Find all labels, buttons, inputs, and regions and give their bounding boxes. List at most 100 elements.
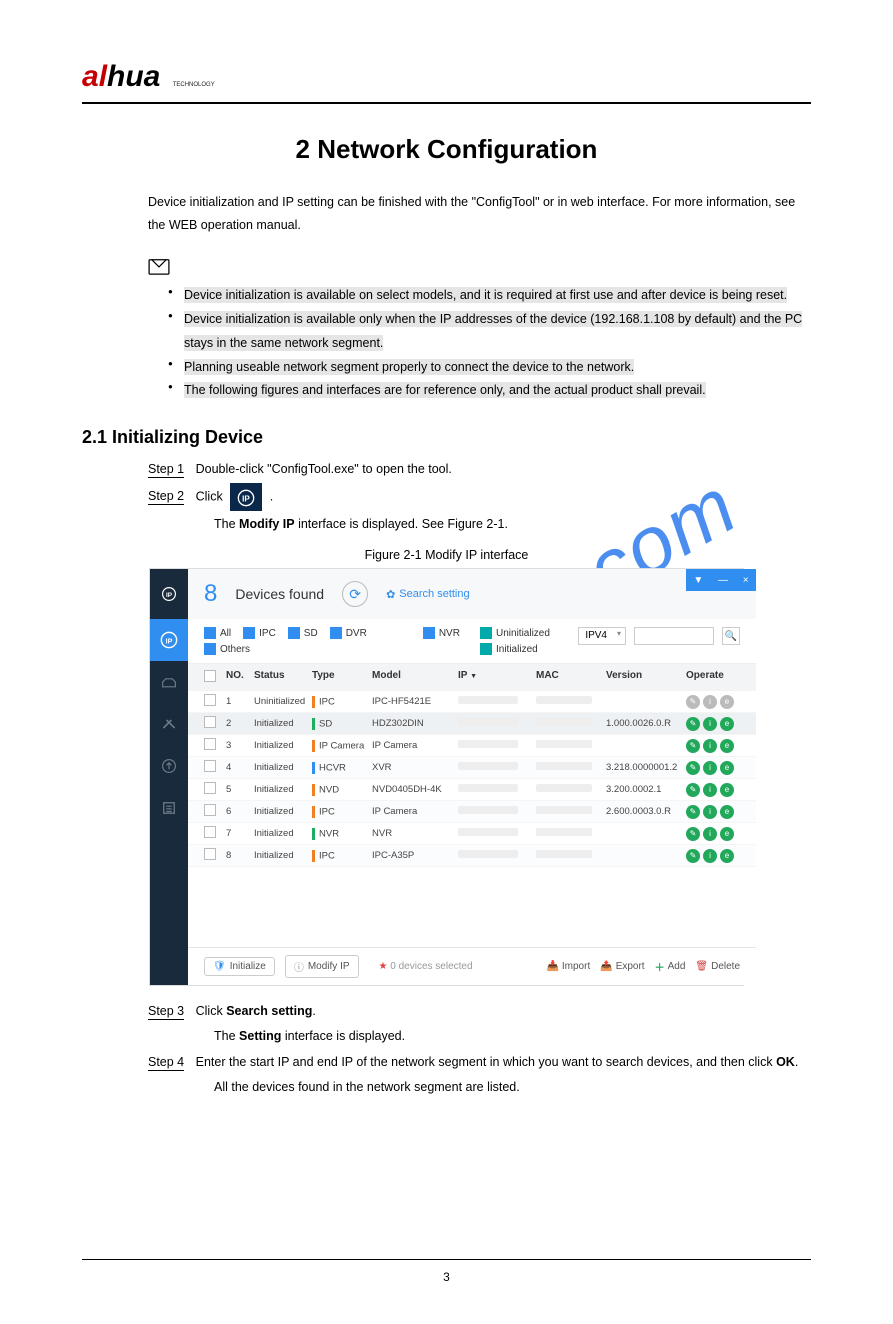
col-version: Version	[606, 670, 686, 685]
search-setting-link[interactable]: ✿ Search setting	[386, 588, 470, 601]
export-link[interactable]: 📤Export	[600, 961, 644, 972]
row-checkbox[interactable]	[204, 716, 216, 728]
filter-others[interactable]: Others	[204, 643, 250, 655]
table-row[interactable]: 7InitializedNVRNVR✎ie	[188, 823, 756, 845]
filter-dvr[interactable]: DVR	[330, 627, 367, 639]
table-row[interactable]: 6InitializedIPCIP Camera2.600.0003.0.R✎i…	[188, 801, 756, 823]
header-rule	[82, 102, 811, 104]
edit-icon[interactable]: ✎	[686, 761, 700, 775]
note-item: Planning useable network segment properl…	[168, 356, 811, 380]
note-item: Device initialization is available on se…	[168, 284, 811, 308]
note-item: Device initialization is available only …	[168, 308, 811, 356]
screenshot-header: 8 Devices found ⟳ ✿ Search setting ▼ — ×	[188, 569, 756, 619]
brand-logo: alhua TECHNOLOGY	[82, 60, 811, 94]
table-row[interactable]: 2InitializedSDHDZ302DIN1.000.0026.0.R✎ie	[188, 713, 756, 735]
logo-subtext: TECHNOLOGY	[173, 82, 215, 88]
col-operate: Operate	[686, 670, 740, 685]
edit-icon[interactable]: ✎	[686, 827, 700, 841]
logo-a: a	[82, 60, 99, 93]
delete-link[interactable]: 🗑Delete	[695, 961, 740, 972]
web-icon[interactable]: e	[720, 717, 734, 731]
table-row[interactable]: 4InitializedHCVRXVR3.218.0000001.2✎ie	[188, 757, 756, 779]
modify-ip-button[interactable]: ⓘ Modify IP	[285, 955, 359, 978]
sidebar-logo-icon: IP	[161, 569, 177, 619]
edit-icon[interactable]: ✎	[686, 739, 700, 753]
web-icon[interactable]: e	[720, 761, 734, 775]
step-1: Step 1 Double-click "ConfigTool.exe" to …	[148, 458, 811, 481]
selected-count: ★ 0 devices selected	[379, 961, 473, 972]
edit-icon[interactable]: ✎	[686, 849, 700, 863]
note-icon	[148, 257, 170, 275]
info-icon[interactable]: i	[703, 717, 717, 731]
filter-uninitialized[interactable]: Uninitialized	[480, 627, 550, 639]
intro-paragraph: Device initialization and IP setting can…	[148, 191, 811, 237]
web-icon[interactable]: e	[720, 783, 734, 797]
nav-upgrade-icon[interactable]	[150, 745, 188, 787]
row-checkbox[interactable]	[204, 804, 216, 816]
note-item: The following figures and interfaces are…	[168, 379, 811, 403]
table-row[interactable]: 3InitializedIP CameraIP Camera✎ie	[188, 735, 756, 757]
row-checkbox[interactable]	[204, 694, 216, 706]
info-icon[interactable]: i	[703, 783, 717, 797]
svg-text:IP: IP	[166, 637, 173, 646]
web-icon[interactable]: e	[720, 827, 734, 841]
close-icon[interactable]: ×	[743, 575, 749, 586]
refresh-button[interactable]: ⟳	[342, 581, 368, 607]
devices-found-label: Devices found	[235, 586, 324, 602]
device-count: 8	[204, 580, 217, 608]
import-link[interactable]: 📥Import	[546, 961, 590, 972]
search-input[interactable]	[634, 627, 714, 645]
row-checkbox[interactable]	[204, 760, 216, 772]
edit-icon[interactable]: ✎	[686, 695, 700, 709]
select-all-checkbox[interactable]	[204, 670, 216, 682]
initialize-button[interactable]: 🛡 Initialize	[204, 957, 275, 976]
table-row[interactable]: 8InitializedIPCIPC-A35P✎ie	[188, 845, 756, 867]
edit-icon[interactable]: ✎	[686, 783, 700, 797]
info-icon[interactable]: i	[703, 849, 717, 863]
filter-bar: All IPC SD DVR NVR Others Uninitialized …	[188, 619, 756, 664]
edit-icon[interactable]: ✎	[686, 805, 700, 819]
search-icon[interactable]: 🔍	[722, 627, 740, 645]
info-icon[interactable]: i	[703, 761, 717, 775]
filter-sd[interactable]: SD	[288, 627, 318, 639]
info-icon[interactable]: i	[703, 805, 717, 819]
nav-device-icon[interactable]	[150, 661, 188, 703]
filter-ipc[interactable]: IPC	[243, 627, 276, 639]
info-icon[interactable]: i	[703, 739, 717, 753]
info-icon[interactable]: i	[703, 827, 717, 841]
nav-tools-icon[interactable]	[150, 703, 188, 745]
table-row[interactable]: 1UninitializedIPCIPC-HF5421E✎ie	[188, 691, 756, 713]
ip-version-select[interactable]: IPV4	[578, 627, 626, 645]
edit-icon[interactable]: ✎	[686, 717, 700, 731]
step-4-result: All the devices found in the network seg…	[214, 1076, 811, 1099]
logo-rest: hua	[107, 60, 160, 93]
filter-all[interactable]: All	[204, 627, 231, 639]
row-checkbox[interactable]	[204, 826, 216, 838]
figure-caption: Figure 2-1 Modify IP interface	[82, 548, 811, 562]
table-row[interactable]: 5InitializedNVDNVD0405DH-4K3.200.0002.1✎…	[188, 779, 756, 801]
help-icon[interactable]: ▼	[693, 575, 703, 586]
filter-initialized[interactable]: Initialized	[480, 643, 550, 655]
step-2: Step 2 Click IP .	[148, 483, 811, 511]
web-icon[interactable]: e	[720, 739, 734, 753]
row-checkbox[interactable]	[204, 738, 216, 750]
export-icon: 📤	[600, 961, 612, 972]
gear-icon: ✿	[386, 588, 395, 601]
minimize-icon[interactable]: —	[718, 575, 728, 586]
web-icon[interactable]: e	[720, 695, 734, 709]
footer-rule	[82, 1259, 811, 1260]
section-heading: 2.1 Initializing Device	[82, 427, 811, 448]
table-header: NO. Status Type Model IP ▼ MAC Version O…	[188, 664, 756, 691]
info-icon[interactable]: i	[703, 695, 717, 709]
filter-nvr[interactable]: NVR	[423, 627, 460, 639]
ip-small-icon: ⓘ	[294, 959, 304, 974]
col-status: Status	[254, 670, 312, 685]
row-checkbox[interactable]	[204, 782, 216, 794]
nav-list-icon[interactable]	[150, 787, 188, 829]
col-ip[interactable]: IP ▼	[458, 670, 536, 685]
row-checkbox[interactable]	[204, 848, 216, 860]
add-link[interactable]: ＋Add	[655, 959, 686, 974]
nav-modify-ip[interactable]: IP	[150, 619, 188, 661]
web-icon[interactable]: e	[720, 849, 734, 863]
web-icon[interactable]: e	[720, 805, 734, 819]
